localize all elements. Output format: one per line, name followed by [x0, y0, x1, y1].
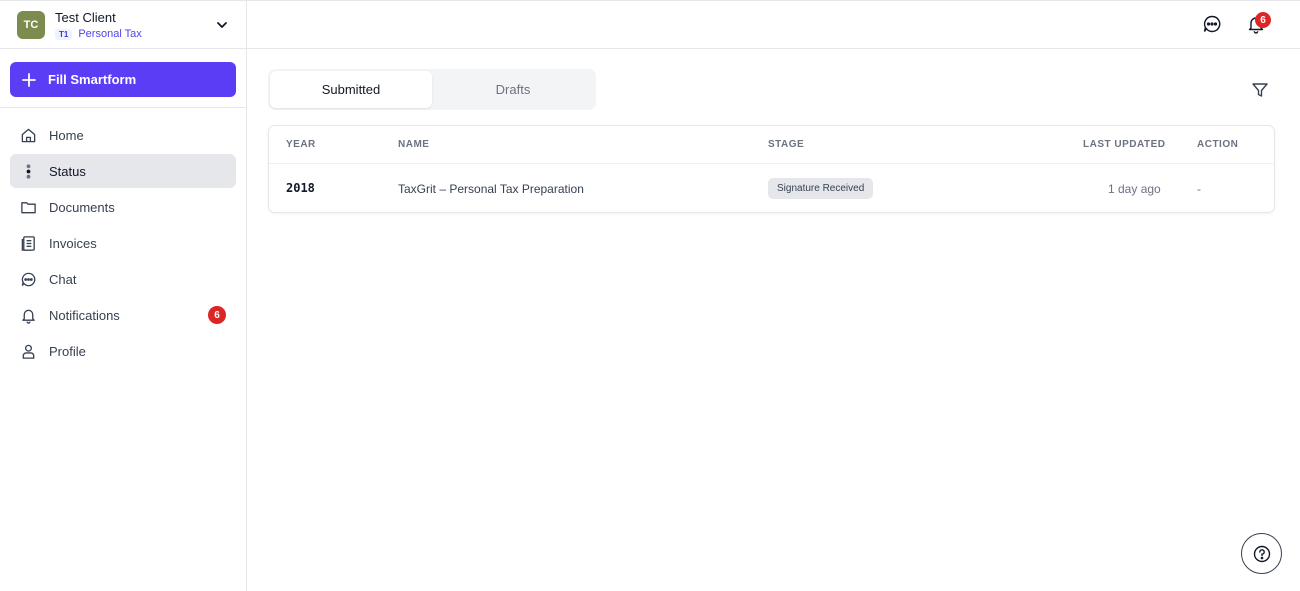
row-action: - — [1197, 182, 1201, 196]
client-subtitle: T1 Personal Tax — [55, 28, 142, 40]
plus-icon — [22, 72, 36, 87]
sidebar-divider — [0, 107, 246, 108]
filter-icon[interactable] — [1251, 81, 1269, 99]
tax-type-label: Personal Tax — [78, 28, 142, 40]
folder-icon — [20, 199, 37, 216]
invoice-icon — [20, 235, 37, 252]
sidebar: TC Test Client T1 Personal Tax Fill Smar… — [0, 0, 247, 591]
sidebar-item-profile[interactable]: Profile — [10, 334, 236, 368]
help-icon — [1253, 545, 1270, 562]
sidebar-item-label: Status — [49, 163, 86, 179]
status-badge: Signature Received — [768, 178, 874, 199]
home-icon — [20, 127, 37, 144]
fill-smartform-button[interactable]: Fill Smartform — [10, 62, 236, 97]
sidebar-item-documents[interactable]: Documents — [10, 190, 236, 224]
column-header-year: YEAR — [286, 139, 316, 150]
sidebar-item-home[interactable]: Home — [10, 118, 236, 152]
tab-drafts[interactable]: Drafts — [432, 71, 594, 108]
column-header-last-updated: LAST UPDATED — [1083, 139, 1166, 150]
sidebar-item-label: Profile — [49, 343, 86, 359]
column-header-action: ACTION — [1197, 139, 1239, 150]
sidebar-item-status[interactable]: Status — [10, 154, 236, 188]
sidebar-item-invoices[interactable]: Invoices — [10, 226, 236, 260]
client-switcher[interactable]: TC Test Client T1 Personal Tax — [0, 0, 246, 49]
avatar: TC — [17, 11, 45, 39]
chat-icon[interactable] — [1202, 14, 1222, 34]
row-name[interactable]: TaxGrit – Personal Tax Preparation — [398, 182, 584, 196]
tab-submitted[interactable]: Submitted — [270, 71, 432, 108]
status-icon — [20, 163, 37, 180]
top-bar — [247, 0, 1300, 49]
user-icon — [20, 343, 37, 360]
row-last-updated: 1 day ago — [1108, 182, 1161, 196]
fill-smartform-label: Fill Smartform — [48, 72, 137, 87]
returns-table: YEAR NAME STAGE LAST UPDATED ACTION 2018… — [268, 125, 1275, 213]
tax-code-badge: T1 — [55, 28, 73, 40]
sidebar-item-chat[interactable]: Chat — [10, 262, 236, 296]
chat-icon — [20, 271, 37, 288]
client-name: Test Client — [55, 10, 116, 25]
header-notification-badge: 6 — [1255, 12, 1271, 28]
column-header-name: NAME — [398, 139, 430, 150]
sidebar-item-label: Invoices — [49, 235, 97, 251]
bell-icon — [20, 307, 37, 324]
chevron-down-icon[interactable] — [214, 17, 230, 33]
row-year: 2018 — [286, 181, 315, 195]
sidebar-item-notifications[interactable]: Notifications 6 — [10, 298, 236, 332]
status-tabs: Submitted Drafts — [268, 69, 596, 110]
sidebar-item-label: Documents — [49, 199, 115, 215]
column-header-stage: STAGE — [768, 139, 805, 150]
sidebar-item-label: Home — [49, 127, 84, 143]
sidebar-item-label: Notifications — [49, 307, 120, 323]
sidebar-nav: Home Status Documents Invoices Chat Noti… — [10, 118, 236, 370]
help-button[interactable] — [1241, 533, 1282, 574]
table-header: YEAR NAME STAGE LAST UPDATED ACTION — [269, 126, 1274, 164]
sidebar-item-label: Chat — [49, 271, 77, 287]
notification-count-badge: 6 — [208, 306, 226, 324]
